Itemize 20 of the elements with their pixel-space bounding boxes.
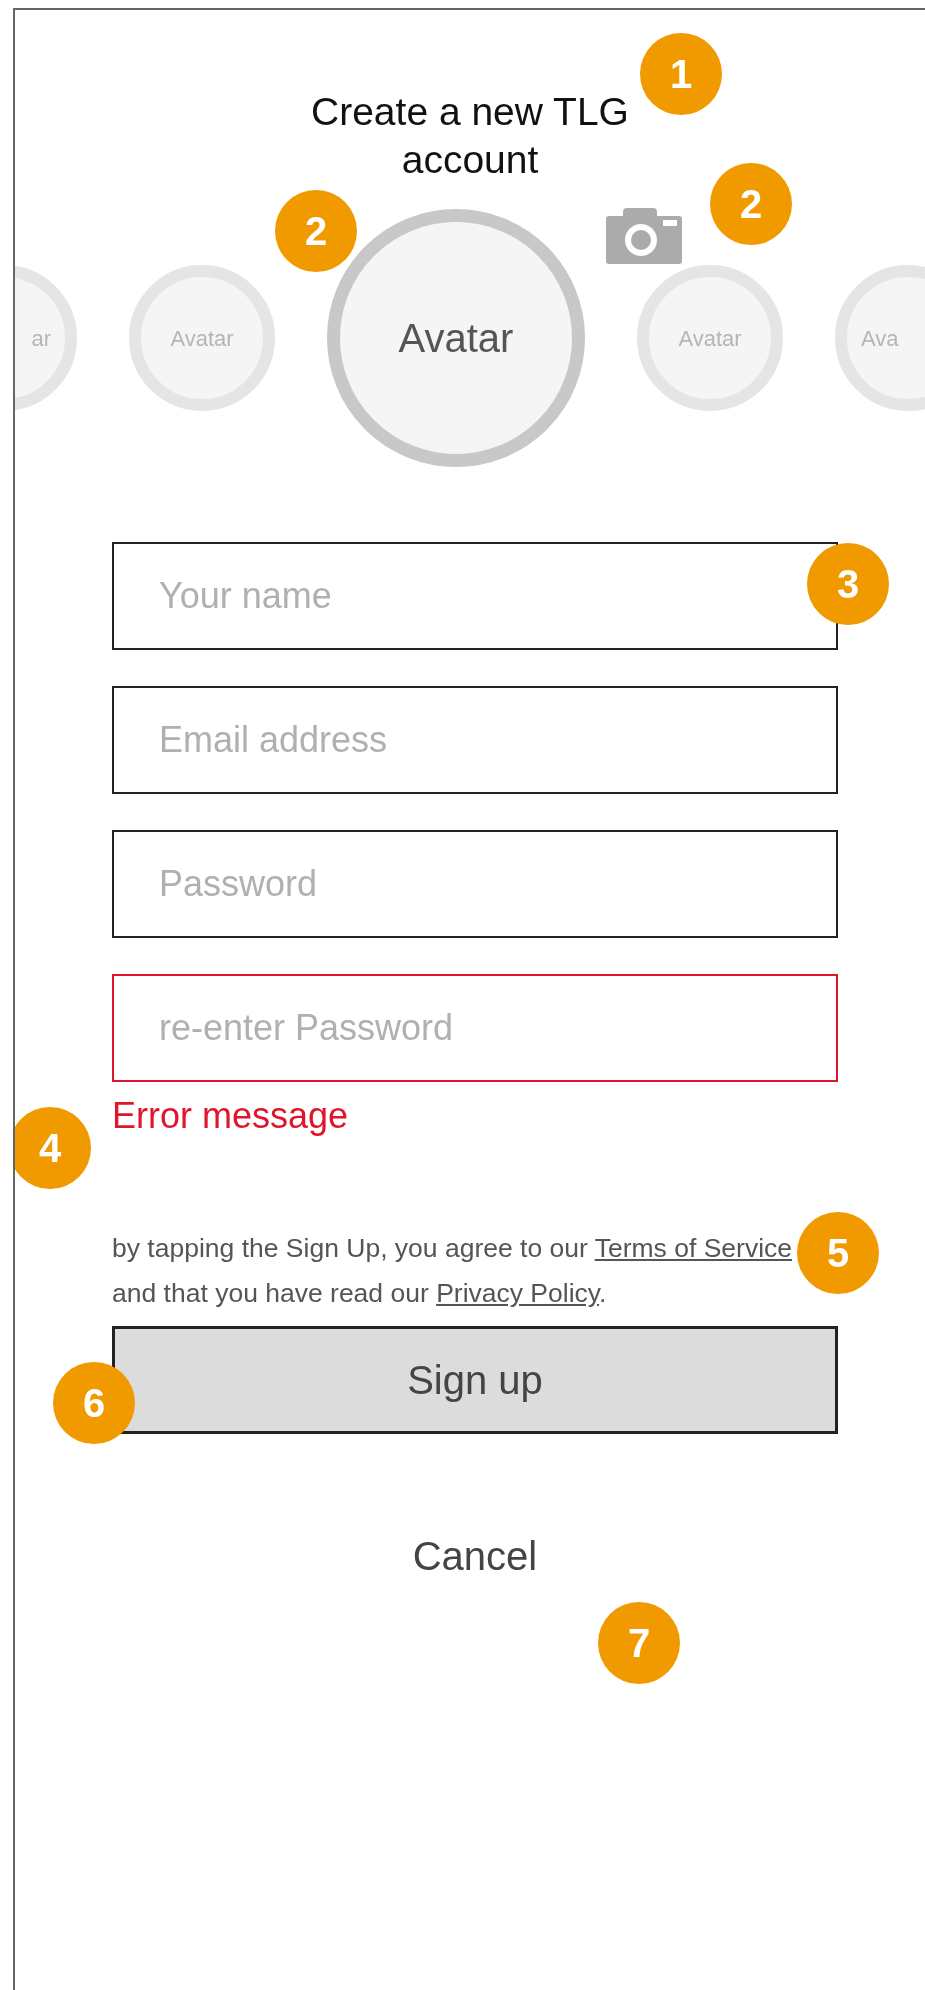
input-field[interactable]: Password [112,830,838,938]
input-field[interactable]: Your name [112,542,838,650]
annotation-badge: 2 [710,163,792,245]
page-title: Create a new TLG account [310,89,630,183]
input-field[interactable]: Email address [112,686,838,794]
error-message: Error message [112,1094,350,1138]
terms-link[interactable]: Terms of Service [594,1233,793,1263]
annotation-badge: 5 [797,1212,879,1294]
annotation-badge: 6 [53,1362,135,1444]
camera-icon[interactable] [605,206,683,264]
cancel-button[interactable]: Cancel [412,1526,538,1586]
annotation-badge: 4 [15,1107,91,1189]
annotation-badge: 3 [807,543,889,625]
annotation-badge: 7 [598,1602,680,1684]
input-field[interactable]: re-enter Password [112,974,838,1082]
avatar-option[interactable]: Avatar [327,209,585,467]
sign-up-button[interactable]: Sign up [112,1326,838,1434]
annotation-badge: 2 [275,190,357,272]
terms-link[interactable]: Privacy Policy [436,1278,600,1308]
annotation-badge: 1 [640,33,722,115]
